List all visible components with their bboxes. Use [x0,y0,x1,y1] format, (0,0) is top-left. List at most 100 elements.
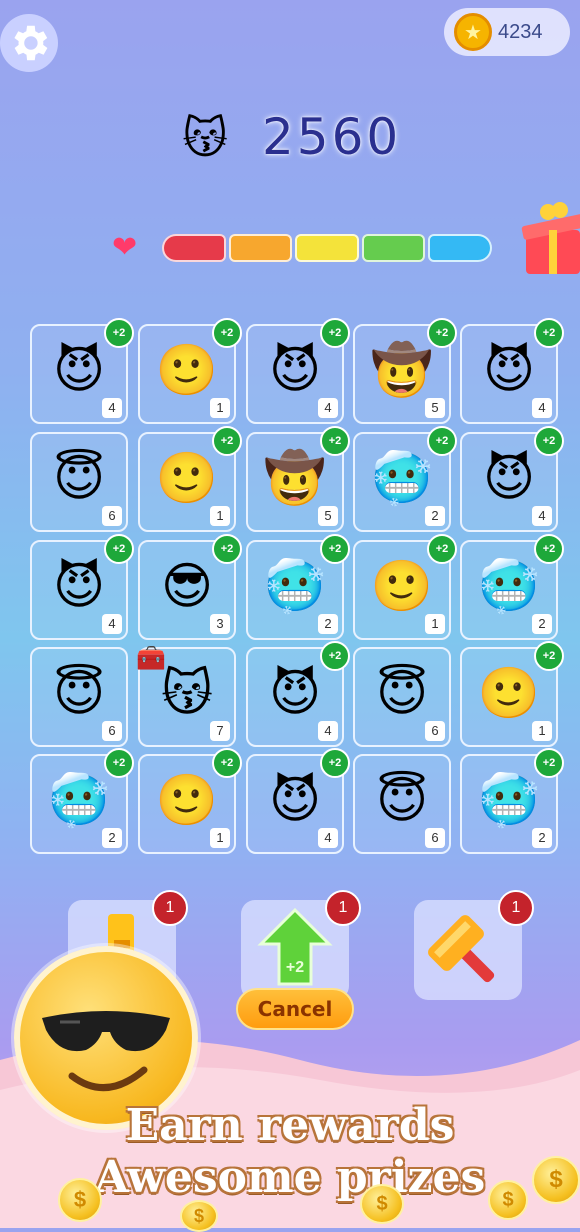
cell-count: 1 [425,614,445,634]
bonus-badge: +2 [534,748,564,778]
cell-count: 4 [532,398,552,418]
cell-emoji: 😈 [268,771,322,829]
grid-cell[interactable]: 🤠 5 +2 [353,318,457,424]
bonus-badge: +2 [427,318,457,348]
grid-cell[interactable]: 🥶 2 +2 [460,534,564,640]
cell-emoji: 🥶 [47,771,111,829]
cell-count: 5 [425,398,445,418]
grid-cell[interactable]: 🙂 1 +2 [353,534,457,640]
grid-cell[interactable]: 🤠 5 +2 [246,426,350,532]
cell-count: 4 [532,506,552,526]
grid-cell[interactable]: 😎 3 +2 [138,534,242,640]
cancel-button[interactable]: Cancel [236,988,354,1030]
grid-cell[interactable]: 😈 4 +2 [30,318,134,424]
cell-emoji: 😈 [482,449,536,507]
boost-count-badge: 1 [325,890,361,926]
progress-segment [295,234,359,262]
gold-coin-icon: $ [532,1156,580,1204]
cell-emoji: 🥶 [477,557,541,615]
bonus-badge: +2 [104,318,134,348]
boost-label: +2 [286,959,304,976]
grid-cell[interactable]: 😈 4 +2 [246,318,350,424]
grid-cell[interactable]: 😇 6 [30,647,128,747]
progress-segment [162,234,226,262]
heart-icon: ❤ [112,230,138,265]
cell-count: 7 [210,721,230,741]
progress-bar [162,234,492,262]
cell-emoji: 😈 [52,341,106,399]
coin-balance[interactable]: ★ 4234 [444,8,570,56]
score-value: 2560 [262,108,402,166]
progress-segment [361,234,426,262]
grid-cell[interactable]: 🙂 1 +2 [460,641,564,747]
cell-emoji: 🙂 [155,341,219,399]
gold-coin-icon: $ [180,1200,218,1232]
bonus-badge: +2 [320,534,350,564]
cell-emoji: 😈 [268,341,322,399]
cell-emoji: 🥶 [477,771,541,829]
cell-count: 6 [425,828,445,848]
cell-emoji: 🙂 [155,449,219,507]
bonus-badge: +2 [320,426,350,456]
cell-count: 4 [318,721,338,741]
cell-count: 4 [318,828,338,848]
hammer-count-badge: 1 [498,890,534,926]
grid-cell[interactable]: 🥶 2 +2 [460,748,564,854]
bonus-badge: +2 [212,534,242,564]
cell-count: 4 [102,398,122,418]
settings-button[interactable] [0,14,58,72]
cell-count: 3 [210,614,230,634]
grid-cell[interactable]: 🙂 1 +2 [138,318,242,424]
coin-count: 4234 [498,20,543,43]
grid-cell[interactable]: 🙂 1 +2 [138,426,242,532]
grid-cell[interactable]: 😈 4 +2 [246,748,350,854]
grid-cell[interactable]: 😇 6 [30,432,128,532]
cell-emoji: 😈 [268,664,322,722]
cell-count: 2 [425,506,445,526]
cell-count: 2 [102,828,122,848]
grid-cell[interactable]: 😈 4 +2 [460,318,564,424]
grid-cell[interactable]: 🥶 2 +2 [353,426,457,532]
bonus-badge: +2 [104,748,134,778]
cell-count: 4 [102,614,122,634]
hammer-tool-button[interactable]: 1 [414,890,534,1000]
progress-segment [428,234,492,262]
gold-coin-icon: $ [488,1180,528,1220]
grid-cell[interactable]: 😈 4 +2 [246,641,350,747]
treasure-chest-icon: 🧰 [136,644,166,672]
gift-box-icon[interactable] [518,198,580,278]
grid-cell[interactable]: 🥶 2 +2 [30,748,134,854]
bonus-badge: +2 [212,748,242,778]
bonus-badge: +2 [212,318,242,348]
grid-cell[interactable]: 😈 4 +2 [460,426,564,532]
cell-emoji: 😇 [52,449,106,507]
bonus-badge: +2 [427,426,457,456]
swap-count-badge: 1 [152,890,188,926]
grid-cell[interactable]: 🙂 1 +2 [138,748,242,854]
grid-cell[interactable]: 😇 6 [353,754,451,854]
gold-coin-icon: $ [360,1184,404,1224]
bonus-badge: +2 [534,318,564,348]
cell-emoji: 🥶 [263,557,327,615]
grid-cell[interactable]: 🥶 2 +2 [246,534,350,640]
boost-tool-button[interactable]: +2 1 [241,890,361,1000]
bonus-badge: +2 [427,534,457,564]
bonus-badge: +2 [320,318,350,348]
grid-cell[interactable]: 😽 7 🧰 [136,644,236,747]
cell-emoji: 🙂 [155,771,219,829]
bonus-badge: +2 [104,534,134,564]
bonus-badge: +2 [534,426,564,456]
bonus-badge: +2 [534,534,564,564]
cell-count: 5 [318,506,338,526]
progress-segment [228,234,293,262]
cell-count: 6 [102,721,122,741]
cell-count: 6 [102,506,122,526]
grid-cell[interactable]: 😇 6 [353,647,451,747]
cell-emoji: 🤠 [370,341,434,399]
cell-emoji: 😇 [375,664,429,722]
bonus-badge: +2 [534,641,564,671]
grid-cell[interactable]: 😈 4 +2 [30,534,134,640]
cell-emoji: 😎 [160,557,214,615]
cell-emoji: 🙂 [477,664,541,722]
cell-count: 2 [318,614,338,634]
